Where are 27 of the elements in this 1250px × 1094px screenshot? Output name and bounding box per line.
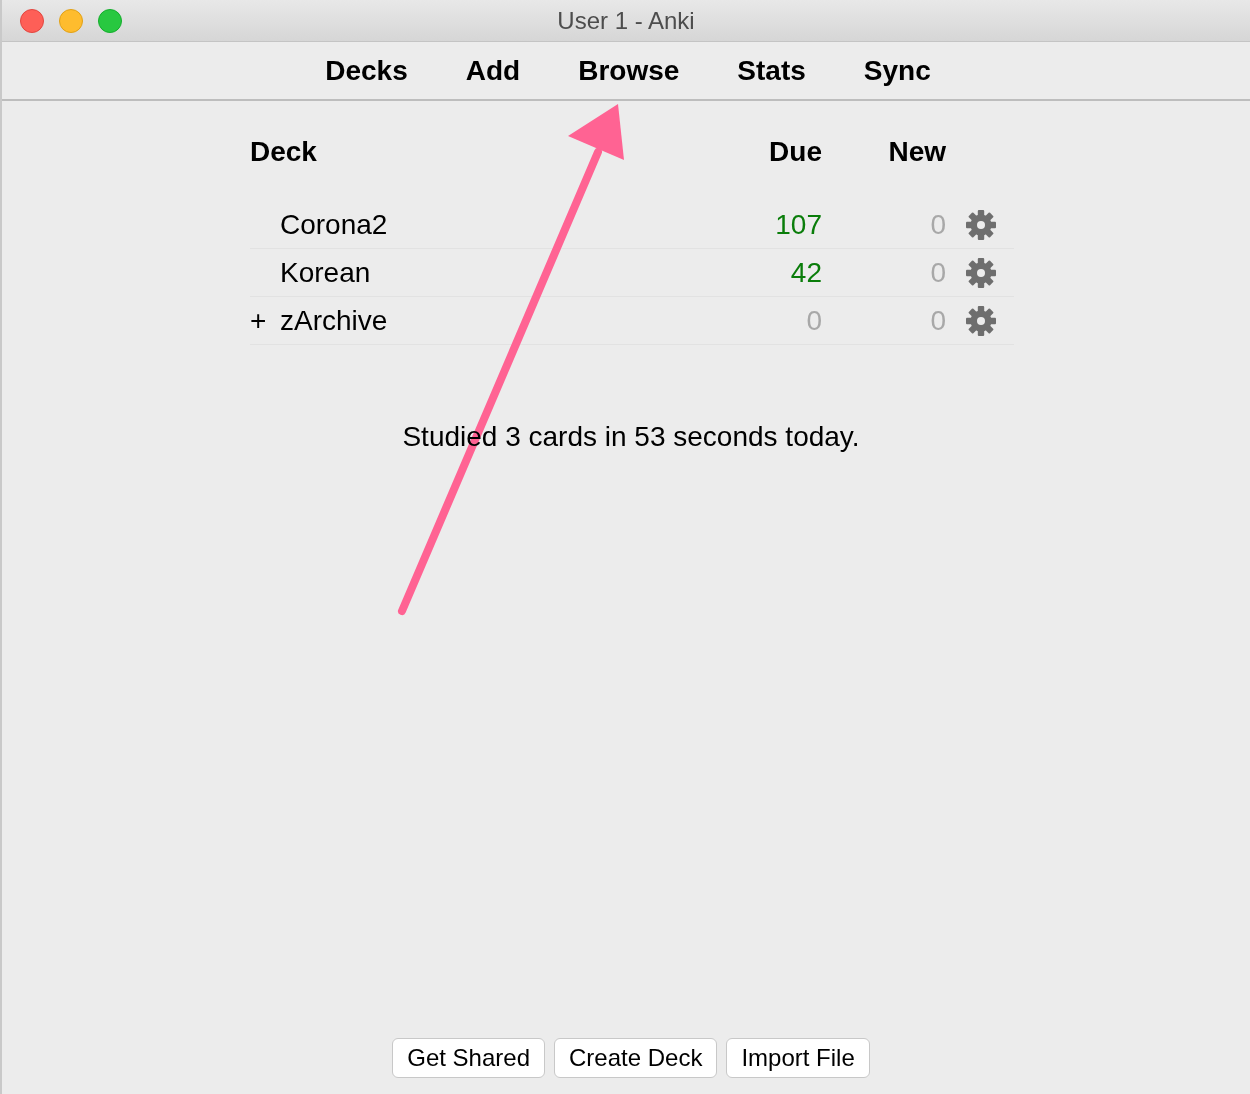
toolbar-link[interactable]: Add — [465, 54, 521, 87]
toolbar-link[interactable]: Sync — [863, 54, 931, 87]
expand-toggle[interactable]: + — [250, 304, 267, 337]
toolbar-link[interactable]: Stats — [737, 54, 806, 87]
action-button[interactable]: Create Deck — [554, 1038, 718, 1078]
column-header: New — [888, 136, 946, 168]
new-count: 0 — [930, 256, 946, 289]
gear-icon[interactable] — [966, 305, 996, 336]
zoom-button[interactable] — [98, 8, 122, 33]
new-count: 0 — [930, 208, 946, 241]
column-header: Due — [769, 136, 822, 168]
toolbar-link[interactable]: Decks — [325, 54, 408, 87]
toolbar-link[interactable]: Browse — [578, 54, 680, 87]
due-count: 0 — [806, 304, 822, 337]
close-button[interactable] — [20, 8, 44, 33]
gear-icon[interactable] — [966, 257, 996, 288]
new-count: 0 — [930, 304, 946, 337]
due-count: 107 — [775, 208, 822, 241]
action-button[interactable]: Import File — [726, 1038, 870, 1078]
action-button[interactable]: Get Shared — [392, 1038, 545, 1078]
deck-name[interactable]: Corona2 — [280, 208, 388, 241]
deck-name[interactable]: zArchive — [280, 304, 388, 337]
window-title: User 1 - Anki — [557, 6, 695, 34]
due-count: 42 — [790, 256, 822, 289]
deck-name[interactable]: Korean — [280, 256, 371, 289]
column-header: Deck — [250, 136, 317, 168]
gear-icon[interactable] — [966, 209, 996, 240]
